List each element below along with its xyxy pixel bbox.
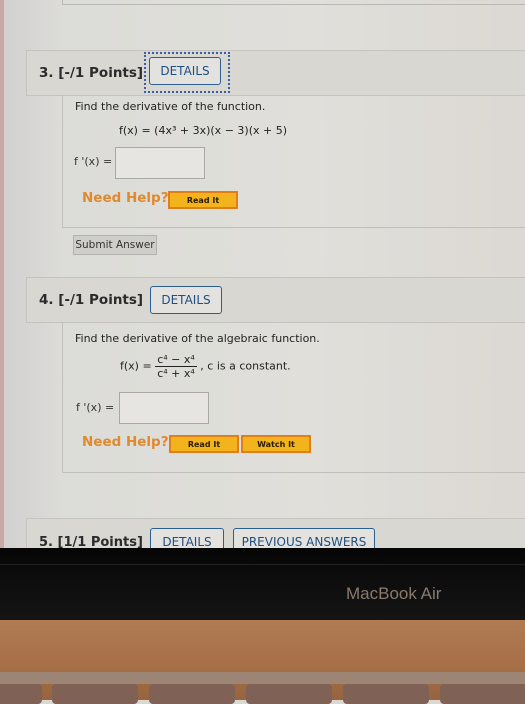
question-4-answer-input[interactable] — [119, 392, 209, 424]
question-5-previous-answers-button[interactable]: PREVIOUS ANSWERS — [233, 528, 375, 548]
question-5-title: 5. [1/1 Points] — [39, 535, 143, 548]
question-3-header: 3. [-/1 Points] — [26, 50, 525, 96]
screen-edge — [0, 0, 4, 548]
question-3-title: 3. [-/1 Points] — [39, 65, 144, 81]
formula-numerator: c⁴ − x⁴ — [155, 353, 197, 367]
question-3-formula: f(x) = (4x³ + 3x)(x − 3)(x + 5) — [119, 124, 287, 137]
question-3-prompt: Find the derivative of the function. — [75, 100, 266, 113]
keyboard-key — [343, 684, 429, 704]
question-4-details-button[interactable]: DETAILS — [150, 286, 222, 314]
question-3-answer-label: f '(x) = — [74, 155, 113, 168]
screen: 3. [-/1 Points] DETAILS Find the derivat… — [0, 0, 525, 548]
formula-lhs: f(x) = — [120, 359, 152, 373]
question-4-prompt: Find the derivative of the algebraic fun… — [75, 332, 320, 345]
question-3-submit-button[interactable]: Submit Answer — [73, 235, 157, 255]
question-4-answer-label: f '(x) = — [76, 401, 115, 414]
keyboard-key — [149, 684, 235, 704]
question-4-need-help: Need Help? — [82, 434, 169, 450]
keyboard-key — [440, 684, 525, 704]
question-4-title: 4. [-/1 Points] — [39, 292, 144, 308]
question-4-formula: f(x) = c⁴ − x⁴ c⁴ + x⁴ , c is a constant… — [120, 353, 291, 380]
question-3-details-button[interactable]: DETAILS — [149, 57, 221, 85]
brand-label: MacBook Air — [346, 584, 442, 603]
laptop-bezel — [0, 548, 525, 620]
question-4-header: 4. [-/1 Points] — [26, 277, 525, 323]
keyboard-edge — [0, 672, 525, 684]
keyboard-key — [0, 684, 42, 704]
question-3-answer-input[interactable] — [115, 147, 205, 179]
question-4-read-it-button[interactable]: Read It — [169, 435, 239, 453]
question-5-details-button[interactable]: DETAILS — [150, 528, 224, 548]
formula-denominator: c⁴ + x⁴ — [157, 367, 195, 380]
question-3-need-help: Need Help? — [82, 190, 169, 206]
formula-fraction: c⁴ − x⁴ c⁴ + x⁴ — [155, 353, 197, 380]
keyboard-key — [246, 684, 332, 704]
previous-question-box — [62, 0, 525, 5]
question-4-watch-it-button[interactable]: Watch It — [241, 435, 311, 453]
keyboard-key — [52, 684, 138, 704]
question-3-read-it-button[interactable]: Read It — [168, 191, 238, 209]
formula-note: , c is a constant. — [200, 359, 291, 373]
bezel-divider — [0, 564, 525, 565]
